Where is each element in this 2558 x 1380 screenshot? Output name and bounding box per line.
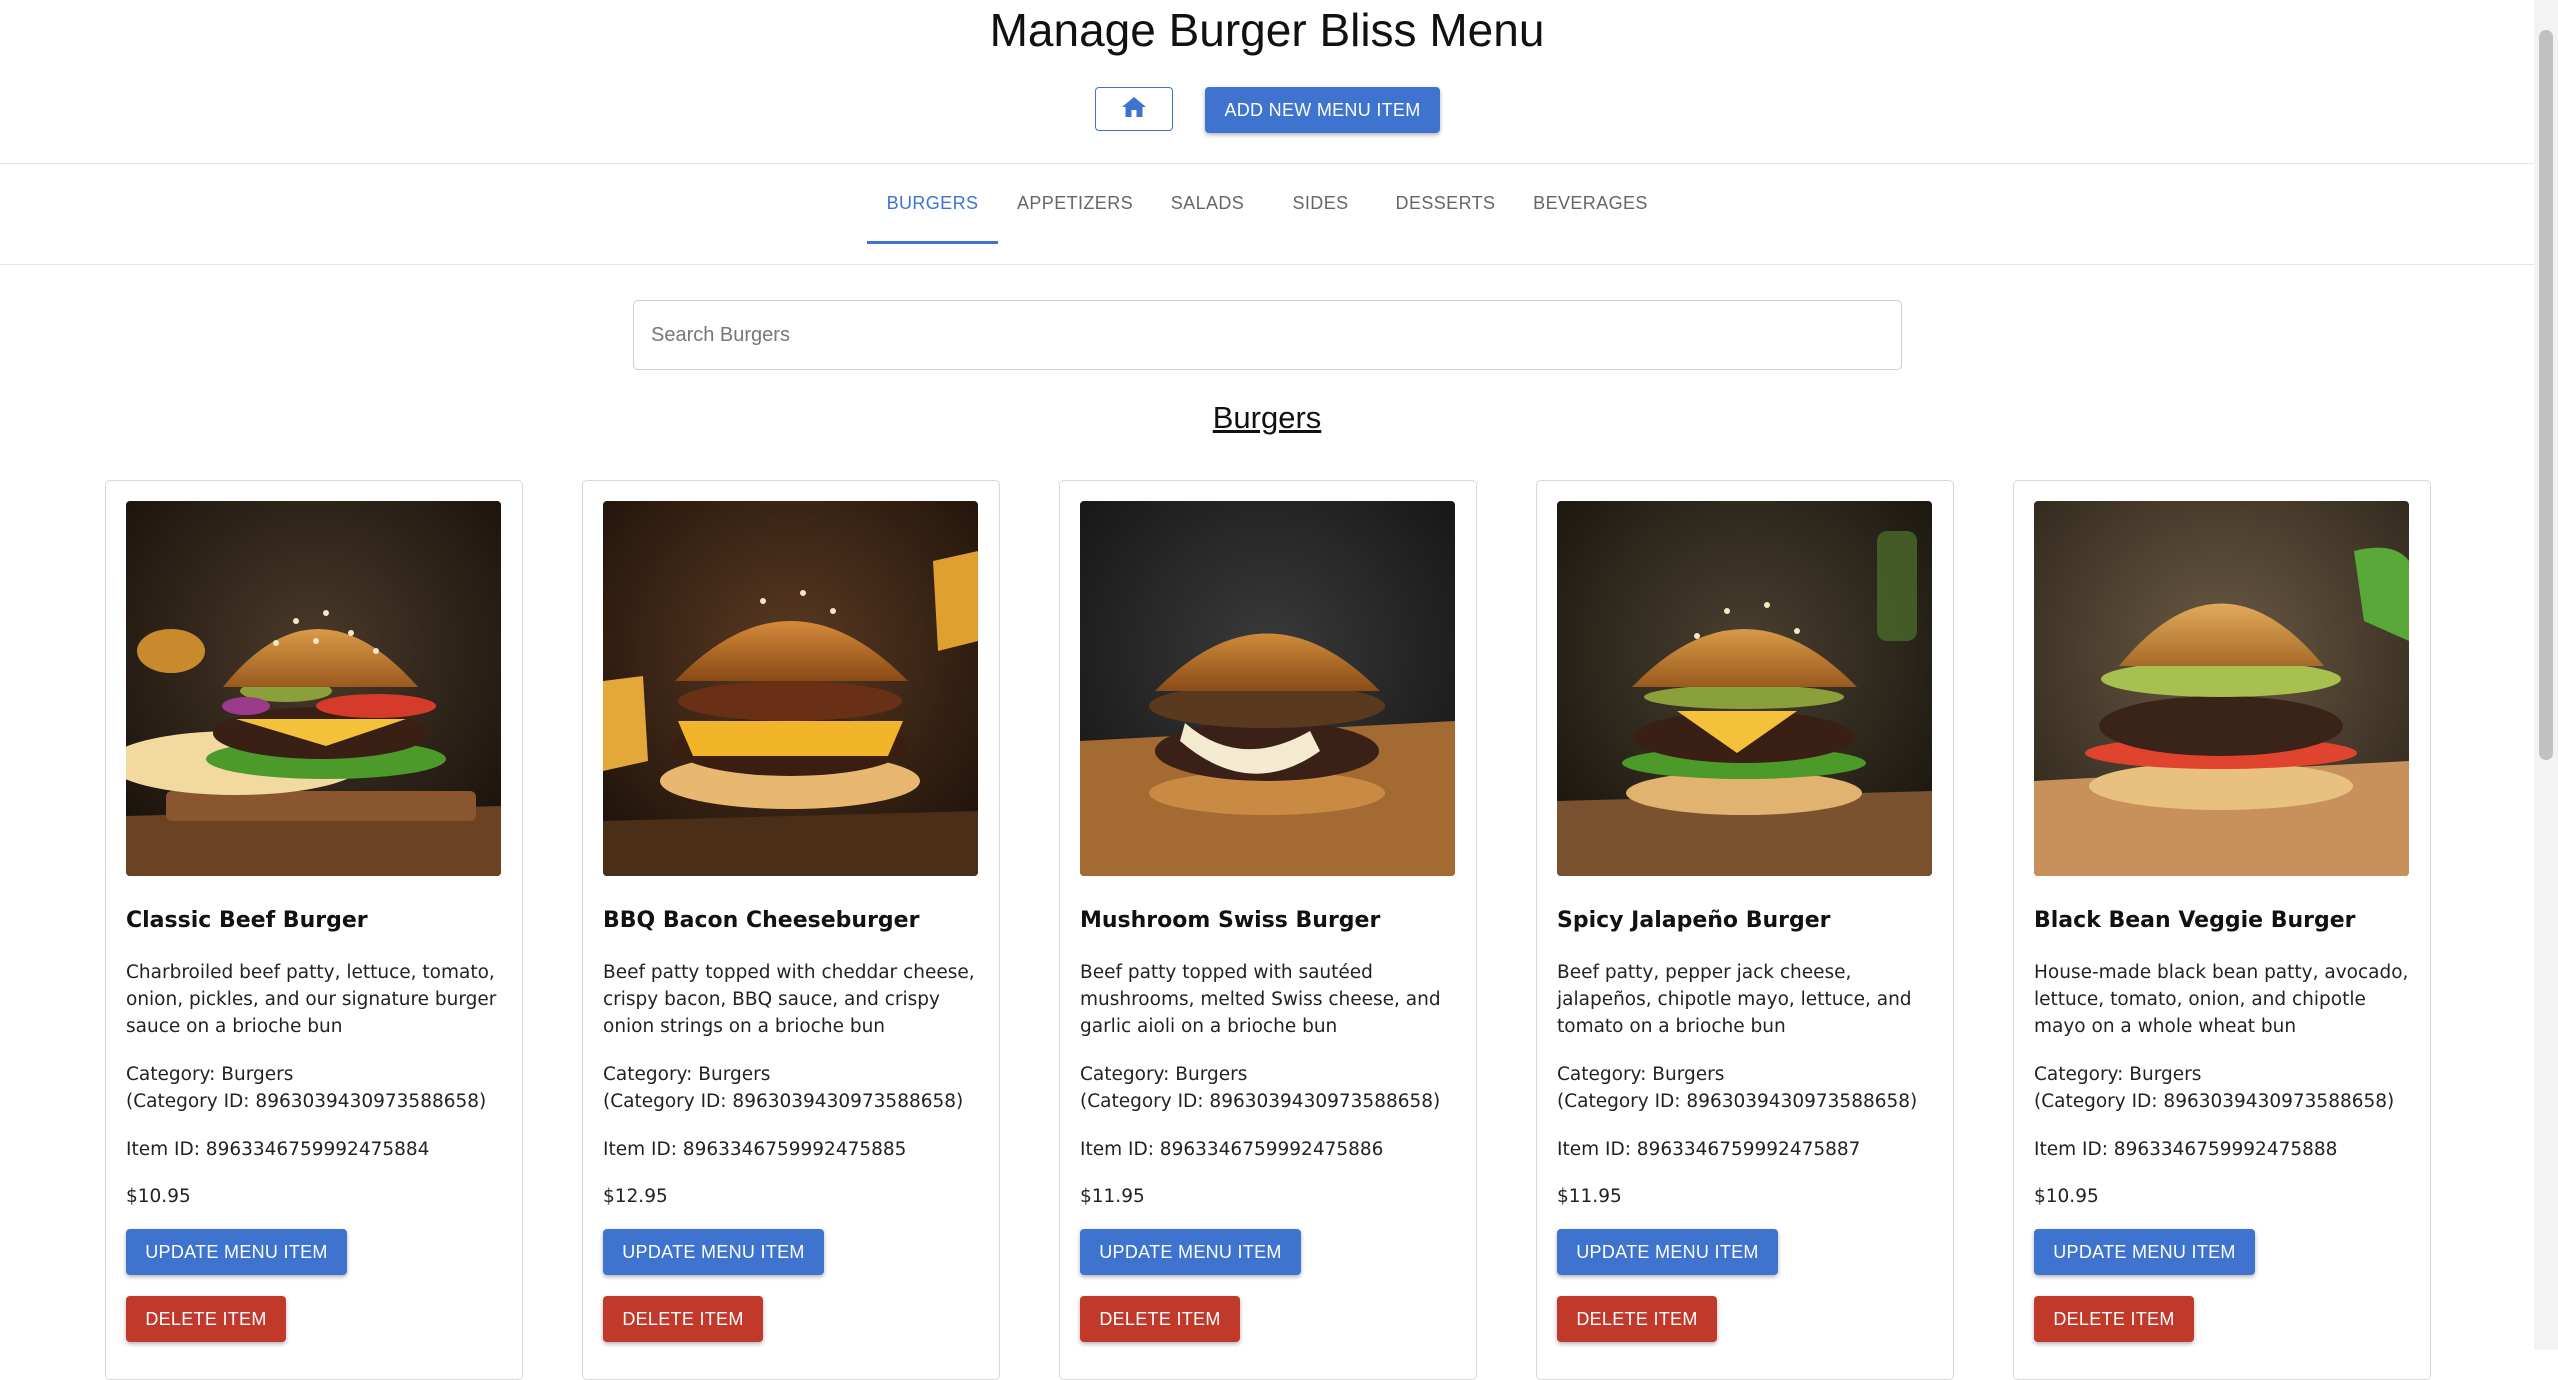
menu-item-name: Black Bean Veggie Burger — [2034, 908, 2356, 933]
menu-item-price: $10.95 — [2034, 1186, 2099, 1207]
delete-item-button[interactable]: DELETE ITEM — [126, 1296, 286, 1342]
update-menu-item-button[interactable]: UPDATE MENU ITEM — [126, 1229, 347, 1275]
menu-item-price: $12.95 — [603, 1186, 668, 1207]
burger-image — [1080, 501, 1455, 876]
menu-item-description: House-made black bean patty, avocado, le… — [2034, 962, 2409, 1037]
menu-item-name: BBQ Bacon Cheeseburger — [603, 908, 920, 933]
menu-item-description: Beef patty topped with sautéed mushrooms… — [1080, 962, 1441, 1037]
menu-item-category: Category: Burgers — [1080, 1064, 1248, 1085]
tab-desserts[interactable]: DESSERTS — [1378, 163, 1513, 244]
add-new-menu-item-button[interactable]: ADD NEW MENU ITEM — [1205, 87, 1440, 133]
update-menu-item-button[interactable]: UPDATE MENU ITEM — [2034, 1229, 2255, 1275]
menu-item-category-id: (Category ID: 8963039430973588658) — [2034, 1091, 2395, 1112]
tab-beverages[interactable]: BEVERAGES — [1513, 163, 1668, 244]
menu-item-card: Black Bean Veggie Burger House-made blac… — [2013, 480, 2431, 1380]
tabs-divider — [0, 264, 2534, 265]
menu-item-description: Beef patty, pepper jack cheese, jalapeño… — [1557, 962, 1912, 1037]
home-button[interactable] — [1095, 87, 1173, 131]
update-menu-item-button[interactable]: UPDATE MENU ITEM — [1080, 1229, 1301, 1275]
menu-item-card: Spicy Jalapeño Burger Beef patty, pepper… — [1536, 480, 1954, 1380]
scrollbar[interactable] — [2534, 0, 2558, 1350]
delete-item-button[interactable]: DELETE ITEM — [2034, 1296, 2194, 1342]
tab-burgers[interactable]: BURGERS — [867, 163, 998, 244]
menu-item-category-id: (Category ID: 8963039430973588658) — [1080, 1091, 1441, 1112]
menu-item-card: Mushroom Swiss Burger Beef patty topped … — [1059, 480, 1477, 1380]
page-title: Manage Burger Bliss Menu — [989, 4, 1545, 56]
tab-appetizers[interactable]: APPETIZERS — [998, 163, 1152, 244]
home-icon — [1121, 95, 1147, 124]
active-tab-indicator — [867, 241, 998, 244]
update-menu-item-button[interactable]: UPDATE MENU ITEM — [1557, 1229, 1778, 1275]
menu-item-category: Category: Burgers — [1557, 1064, 1725, 1085]
menu-item-id: Item ID: 8963346759992475888 — [2034, 1139, 2338, 1160]
menu-item-category: Category: Burgers — [126, 1064, 294, 1085]
delete-item-button[interactable]: DELETE ITEM — [1080, 1296, 1240, 1342]
menu-item-category-id: (Category ID: 8963039430973588658) — [126, 1091, 487, 1112]
delete-item-button[interactable]: DELETE ITEM — [603, 1296, 763, 1342]
menu-item-category: Category: Burgers — [2034, 1064, 2202, 1085]
menu-item-card: BBQ Bacon Cheeseburger Beef patty topped… — [582, 480, 1000, 1380]
menu-item-price: $10.95 — [126, 1186, 191, 1207]
scrollbar-thumb[interactable] — [2539, 30, 2553, 760]
menu-item-category: Category: Burgers — [603, 1064, 771, 1085]
menu-item-category-id: (Category ID: 8963039430973588658) — [603, 1091, 964, 1112]
menu-item-price: $11.95 — [1557, 1186, 1622, 1207]
menu-item-name: Classic Beef Burger — [126, 908, 368, 933]
menu-item-id: Item ID: 8963346759992475884 — [126, 1139, 430, 1160]
tab-sides[interactable]: SIDES — [1263, 163, 1378, 244]
menu-item-id: Item ID: 8963346759992475886 — [1080, 1139, 1384, 1160]
menu-item-price: $11.95 — [1080, 1186, 1145, 1207]
burger-image — [603, 501, 978, 876]
menu-item-category-id: (Category ID: 8963039430973588658) — [1557, 1091, 1918, 1112]
menu-item-id: Item ID: 8963346759992475885 — [603, 1139, 907, 1160]
burger-image — [126, 501, 501, 876]
menu-item-description: Charbroiled beef patty, lettuce, tomato,… — [126, 962, 497, 1037]
menu-item-card: Classic Beef Burger Charbroiled beef pat… — [105, 480, 523, 1380]
category-tabs: BURGERS APPETIZERS SALADS SIDES DESSERTS… — [0, 163, 2534, 264]
tab-salads[interactable]: SALADS — [1152, 163, 1263, 244]
menu-item-id: Item ID: 8963346759992475887 — [1557, 1139, 1861, 1160]
menu-item-description: Beef patty topped with cheddar cheese, c… — [603, 962, 975, 1037]
section-title: Burgers — [1212, 400, 1322, 435]
menu-item-name: Spicy Jalapeño Burger — [1557, 908, 1831, 933]
burger-image — [1557, 501, 1932, 876]
update-menu-item-button[interactable]: UPDATE MENU ITEM — [603, 1229, 824, 1275]
delete-item-button[interactable]: DELETE ITEM — [1557, 1296, 1717, 1342]
search-input[interactable] — [633, 300, 1902, 370]
menu-item-name: Mushroom Swiss Burger — [1080, 908, 1381, 933]
burger-image — [2034, 501, 2409, 876]
